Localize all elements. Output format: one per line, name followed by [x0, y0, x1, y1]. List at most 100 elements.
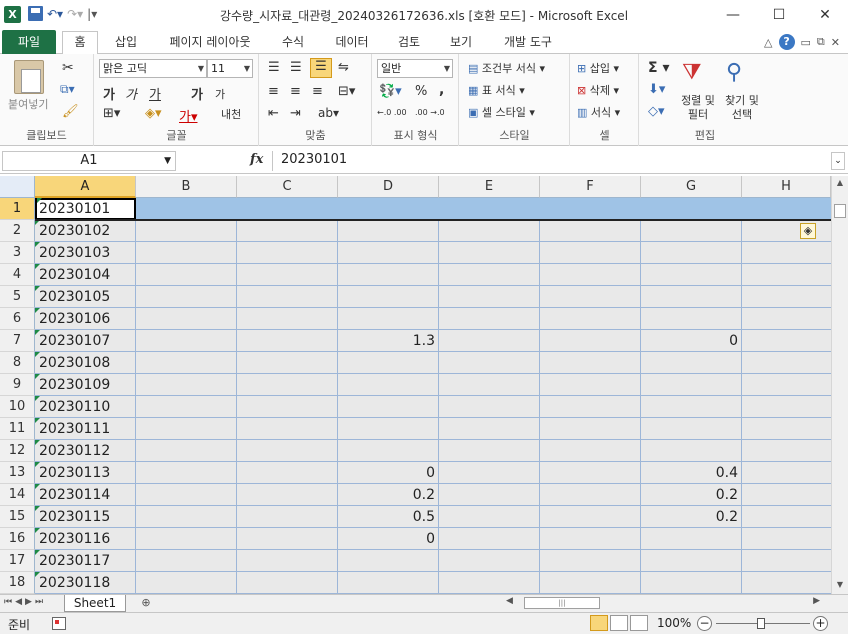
text-orientation-icon[interactable]: ⇋ [338, 60, 349, 75]
align-left-icon[interactable]: ≡ [268, 84, 279, 99]
sort-filter-icon[interactable]: ⧩ [682, 60, 702, 85]
workbook-restore-icon[interactable]: ⧉ [817, 35, 825, 49]
error-check-icon[interactable]: ◈ [800, 223, 816, 239]
sheet-tab-sheet1[interactable]: Sheet1 [64, 595, 126, 612]
cell-d18[interactable] [338, 572, 439, 594]
row-header-1[interactable]: 1 [0, 198, 35, 220]
horizontal-scrollbar[interactable]: ◀ ||| ▶ [500, 596, 830, 611]
cell-g10[interactable] [641, 396, 742, 418]
column-header-d[interactable]: D [338, 176, 439, 198]
insert-cells-button[interactable]: ⊞ 삽입 ▾ [577, 60, 619, 76]
cell-a7[interactable]: 20230107 [35, 330, 136, 352]
cell-d3[interactable] [338, 242, 439, 264]
scroll-up-icon[interactable]: ▲ [832, 178, 848, 190]
macro-record-icon[interactable] [52, 617, 66, 630]
cell-a16[interactable]: 20230116 [35, 528, 136, 550]
cell-g14[interactable]: 0.2 [641, 484, 742, 506]
workbook-minimize-icon[interactable]: ▭ [801, 36, 811, 49]
phonetic-button[interactable]: 내천 [221, 106, 241, 122]
paste-button[interactable]: 붙여넣기 [8, 96, 48, 112]
conditional-format-button[interactable]: ▤ 조건부 서식 ▾ [468, 60, 545, 76]
cell-a6[interactable]: 20230106 [35, 308, 136, 330]
cell-a9[interactable]: 20230109 [35, 374, 136, 396]
cell-g5[interactable] [641, 286, 742, 308]
cell-d5[interactable] [338, 286, 439, 308]
cell-g15[interactable]: 0.2 [641, 506, 742, 528]
cell-g13[interactable]: 0.4 [641, 462, 742, 484]
cell-d8[interactable] [338, 352, 439, 374]
tab-page-layout[interactable]: 페이지 레이아웃 [156, 32, 264, 54]
tab-file[interactable]: 파일 [2, 30, 56, 54]
tab-data[interactable]: 데이터 [324, 32, 380, 54]
cell-d6[interactable] [338, 308, 439, 330]
align-middle-icon[interactable]: ☰ [290, 60, 302, 75]
sheet-navigation-icons[interactable]: ⏮◀▶⏭ [4, 597, 46, 607]
cell-g17[interactable] [641, 550, 742, 572]
insert-sheet-icon[interactable]: ⊕ [134, 596, 158, 611]
column-header-f[interactable]: F [540, 176, 641, 198]
align-top-icon[interactable]: ☰ [268, 60, 280, 75]
insert-function-icon[interactable]: fx [250, 152, 263, 167]
cell-a2[interactable]: 20230102 [35, 220, 136, 242]
cell-a14[interactable]: 20230114 [35, 484, 136, 506]
font-name-dropdown[interactable]: 맑은 고딕 ▼ [99, 59, 207, 78]
column-header-g[interactable]: G [641, 176, 742, 198]
align-right-icon[interactable]: ≡ [312, 84, 323, 99]
row-header-5[interactable]: 5 [0, 286, 35, 308]
normal-view-button[interactable] [590, 615, 608, 631]
delete-cells-button[interactable]: ⊠ 삭제 ▾ [577, 82, 619, 98]
percent-button[interactable]: % [415, 84, 427, 99]
cell-a15[interactable]: 20230115 [35, 506, 136, 528]
page-break-view-button[interactable] [630, 615, 648, 631]
vertical-scroll-thumb[interactable] [834, 204, 846, 218]
cell-a11[interactable]: 20230111 [35, 418, 136, 440]
tab-view[interactable]: 보기 [440, 32, 482, 54]
maximize-button[interactable]: ☐ [756, 0, 802, 30]
minimize-ribbon-icon[interactable]: △ [764, 36, 772, 49]
border-icon[interactable]: ⊞▾ [103, 106, 120, 121]
tab-formulas[interactable]: 수식 [272, 32, 314, 54]
cell-g4[interactable] [641, 264, 742, 286]
zoom-out-button[interactable]: − [697, 616, 712, 631]
zoom-in-button[interactable]: + [813, 616, 828, 631]
cell-d14[interactable]: 0.2 [338, 484, 439, 506]
tab-home[interactable]: 홈 [62, 31, 98, 55]
column-header-a[interactable]: A [35, 176, 136, 198]
cell-a13[interactable]: 20230113 [35, 462, 136, 484]
cell-d1[interactable] [338, 198, 439, 220]
page-layout-view-button[interactable] [610, 615, 628, 631]
cell-d10[interactable] [338, 396, 439, 418]
cell-d7[interactable]: 1.3 [338, 330, 439, 352]
sort-filter-button[interactable]: 정렬 및 필터 [676, 94, 720, 122]
fill-color-icon[interactable]: ◈▾ [145, 106, 162, 121]
cell-g1[interactable] [641, 198, 742, 220]
row-header-14[interactable]: 14 [0, 484, 35, 506]
cell-d2[interactable] [338, 220, 439, 242]
row-header-7[interactable]: 7 [0, 330, 35, 352]
cell-d13[interactable]: 0 [338, 462, 439, 484]
cell-g2[interactable] [641, 220, 742, 242]
shrink-font-button[interactable]: 가 [215, 86, 225, 102]
name-box[interactable]: A1 ▼ [2, 151, 176, 171]
row-header-2[interactable]: 2 [0, 220, 35, 242]
scroll-down-icon[interactable]: ▼ [832, 580, 848, 592]
orientation-icon[interactable]: ab▾ [318, 106, 339, 120]
column-header-c[interactable]: C [237, 176, 338, 198]
find-icon[interactable]: ⚲ [726, 60, 742, 85]
cell-a17[interactable]: 20230117 [35, 550, 136, 572]
row-header-16[interactable]: 16 [0, 528, 35, 550]
font-size-dropdown[interactable]: 11 ▼ [207, 59, 253, 78]
cell-a1[interactable]: 20230101 [37, 198, 138, 220]
column-header-b[interactable]: B [136, 176, 237, 198]
merge-center-icon[interactable]: ⊟▾ [338, 84, 355, 99]
clear-icon[interactable]: ◇▾ [648, 104, 665, 119]
italic-button[interactable]: 가 [125, 84, 137, 103]
row-header-11[interactable]: 11 [0, 418, 35, 440]
cut-icon[interactable]: ✂ [62, 60, 74, 76]
cell-g16[interactable] [641, 528, 742, 550]
cell-g11[interactable] [641, 418, 742, 440]
formula-input[interactable]: 20230101 [272, 151, 832, 171]
decrease-indent-icon[interactable]: ⇤ [268, 106, 279, 121]
cell-g12[interactable] [641, 440, 742, 462]
tab-developer[interactable]: 개발 도구 [492, 32, 564, 54]
